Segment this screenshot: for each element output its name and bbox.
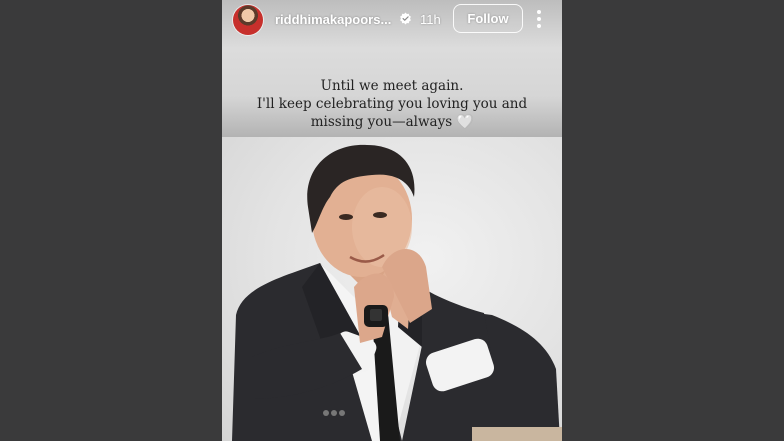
caption-line-with-emoji: missing you—always 🤍 bbox=[222, 113, 562, 131]
username-link[interactable]: riddhimakapoors... bbox=[275, 12, 391, 27]
more-vertical-icon[interactable] bbox=[531, 8, 547, 30]
caption-line: I'll keep celebrating you loving you and bbox=[256, 96, 528, 112]
white-heart-icon: 🤍 bbox=[456, 114, 474, 130]
caption-line: missing you—always bbox=[310, 114, 453, 130]
story-header: riddhimakapoors... 11h Follow bbox=[222, 0, 562, 40]
story-viewer: riddhimakapoors... 11h Follow Until we m… bbox=[222, 0, 562, 441]
story-caption: Until we meet again. I'll keep celebrati… bbox=[222, 77, 562, 131]
portrait-illustration bbox=[232, 144, 562, 441]
avatar[interactable] bbox=[233, 5, 263, 35]
follow-button[interactable]: Follow bbox=[453, 4, 523, 33]
caption-line: Until we meet again. bbox=[320, 78, 464, 94]
verified-badge-icon bbox=[400, 12, 411, 25]
story-photo bbox=[222, 137, 562, 441]
post-time: 11h bbox=[420, 12, 441, 27]
